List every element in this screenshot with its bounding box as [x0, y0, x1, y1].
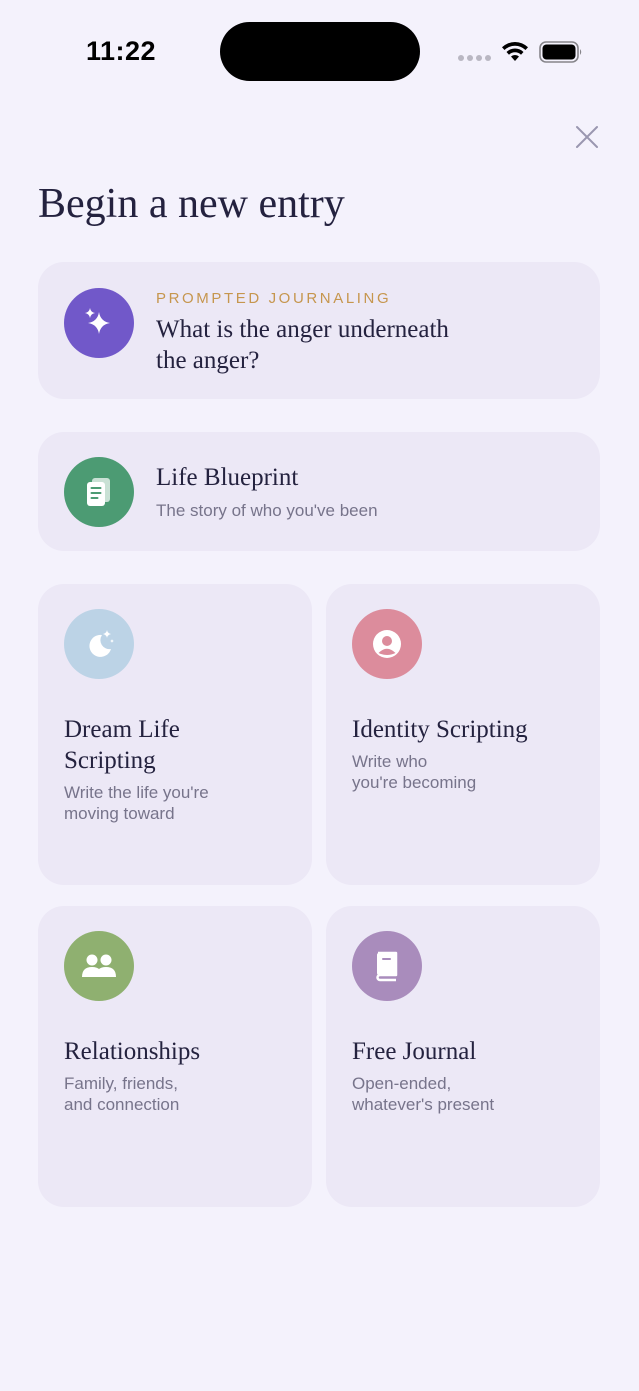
dream-icon-badge	[64, 609, 134, 679]
blueprint-icon-badge	[64, 457, 134, 527]
people-icon	[82, 954, 116, 977]
prompt-icon-badge	[64, 288, 134, 358]
free-journal-card[interactable]: Free Journal Open-ended, whatever's pres…	[326, 906, 600, 1207]
sparkles-icon	[85, 308, 110, 334]
cellular-signal-icon	[458, 55, 491, 61]
page-title: Begin a new entry	[38, 181, 345, 227]
dynamic-island	[220, 22, 420, 81]
free-journal-title: Free Journal	[352, 1038, 477, 1065]
relationships-title: Relationships	[64, 1038, 201, 1065]
relationships-icon-badge	[64, 931, 134, 1001]
life-blueprint-card[interactable]: Life Blueprint The story of who you've b…	[38, 432, 600, 551]
status-time: 11:22	[86, 36, 157, 66]
free-journal-subtitle: Open-ended, whatever's present	[352, 1074, 495, 1114]
book-icon	[376, 951, 398, 982]
dream-title: Dream Life Scripting	[64, 716, 180, 774]
close-icon	[576, 126, 598, 148]
dream-life-scripting-card[interactable]: Dream Life Scripting Write the life you'…	[38, 584, 312, 885]
prompted-journaling-card[interactable]: PROMPTED JOURNALING What is the anger un…	[38, 262, 600, 399]
battery-icon	[539, 41, 582, 63]
prompt-question: What is the anger underneath the anger?	[156, 316, 449, 374]
identity-icon-badge	[352, 609, 422, 679]
blueprint-title: Life Blueprint	[156, 464, 299, 491]
blueprint-subtitle: The story of who you've been	[156, 501, 378, 520]
close-button[interactable]	[570, 120, 604, 154]
identity-scripting-card[interactable]: Identity Scripting Write who you're beco…	[326, 584, 600, 885]
document-icon	[87, 478, 110, 506]
wifi-icon	[502, 41, 528, 61]
prompt-eyebrow: PROMPTED JOURNALING	[156, 290, 392, 307]
free-journal-icon-badge	[352, 931, 422, 1001]
relationships-card[interactable]: Relationships Family, friends, and conne…	[38, 906, 312, 1207]
person-circle-icon	[373, 630, 401, 658]
dream-subtitle: Write the life you're moving toward	[64, 783, 209, 823]
moon-stars-icon	[89, 630, 114, 657]
relationships-subtitle: Family, friends, and connection	[64, 1074, 180, 1114]
identity-title: Identity Scripting	[352, 716, 528, 743]
identity-subtitle: Write who you're becoming	[352, 752, 477, 792]
screen: 11:22 Begin a new entry PROMPTED JOURNAL…	[0, 0, 639, 1391]
